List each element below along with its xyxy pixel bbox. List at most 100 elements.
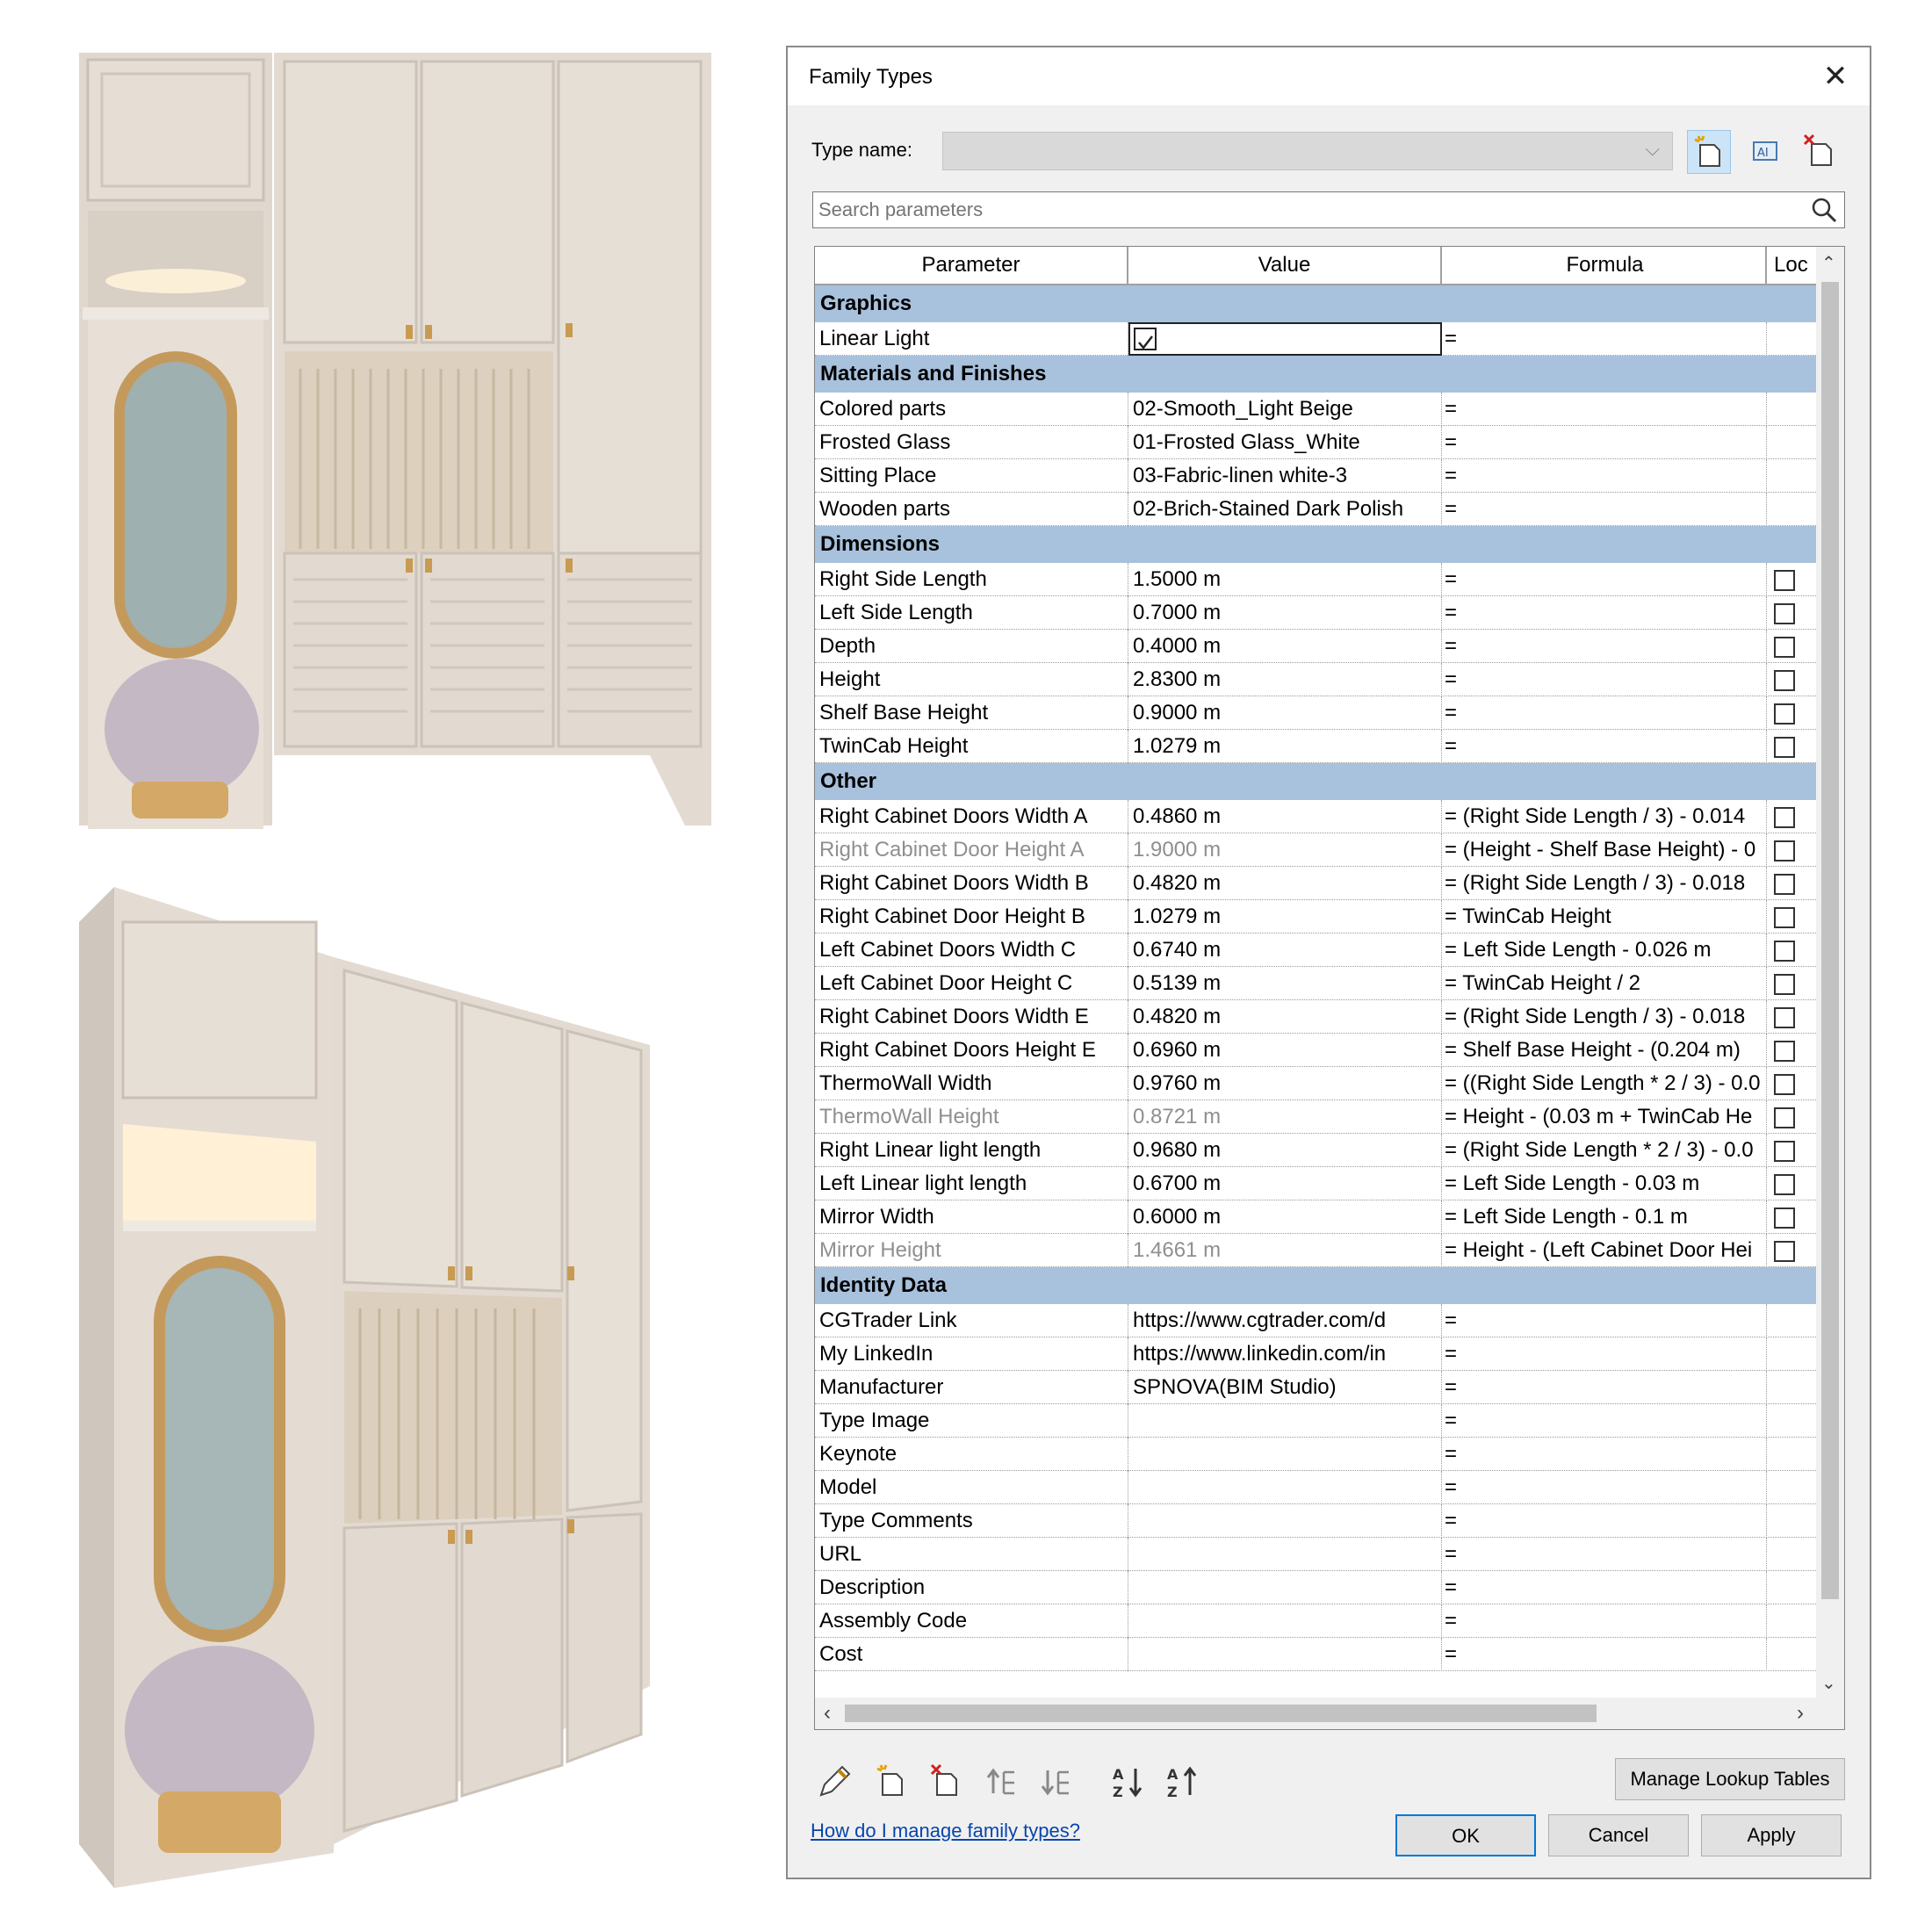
parameter-row[interactable]: Left Side Length 0.7000 m = [815,596,1816,630]
parameter-formula[interactable]: = [1442,1538,1767,1571]
move-up-button[interactable] [983,1762,1023,1802]
lock-checkbox[interactable] [1774,1241,1795,1262]
lock-checkbox[interactable] [1774,670,1795,691]
parameter-value[interactable]: 02-Brich-Stained Dark Polish [1128,493,1442,526]
parameter-value[interactable]: 0.6740 m [1128,934,1442,967]
parameter-value[interactable]: 0.5139 m [1128,967,1442,1000]
lock-checkbox[interactable] [1774,737,1795,758]
parameter-formula[interactable]: = Left Side Length - 0.026 m [1442,934,1767,967]
horizontal-scroll-thumb[interactable] [845,1705,1597,1722]
parameter-value[interactable] [1128,1471,1442,1504]
group-header[interactable]: Materials and Finishes [815,356,1816,393]
parameter-formula[interactable]: = ((Right Side Length * 2 / 3) - 0.0 [1442,1067,1767,1100]
parameter-formula[interactable]: = [1442,1371,1767,1404]
lock-checkbox[interactable] [1774,1074,1795,1095]
lock-checkbox[interactable] [1774,1007,1795,1028]
vertical-scrollbar[interactable]: ⌃ ⌄ [1816,247,1844,1698]
delete-parameter-button[interactable] [926,1762,967,1802]
parameter-row[interactable]: Right Cabinet Doors Width A 0.4860 m = (Ri… [815,800,1816,833]
parameter-row[interactable]: Height 2.8300 m = [815,663,1816,696]
parameter-value[interactable]: 0.9680 m [1128,1134,1442,1167]
parameter-value[interactable]: 0.4820 m [1128,1000,1442,1034]
parameter-formula[interactable]: = [1442,596,1767,630]
parameter-row[interactable]: URL = [815,1538,1816,1571]
help-link[interactable]: How do I manage family types? [811,1820,1080,1842]
parameter-value[interactable]: 1.0279 m [1128,900,1442,934]
lock-checkbox[interactable] [1774,1107,1795,1128]
parameter-row[interactable]: Colored parts 02-Smooth_Light Beige = [815,393,1816,426]
move-down-button[interactable] [1037,1762,1078,1802]
parameter-value[interactable] [1128,1404,1442,1438]
parameter-formula[interactable]: = Left Side Length - 0.1 m [1442,1200,1767,1234]
column-header-formula[interactable]: Formula [1442,247,1767,285]
parameter-value[interactable]: 0.4000 m [1128,630,1442,663]
new-parameter-button[interactable] [872,1762,912,1802]
parameter-row[interactable]: Cost = [815,1638,1816,1671]
parameter-row[interactable]: Left Cabinet Door Height C 0.5139 m = Twin… [815,967,1816,1000]
group-header[interactable]: Graphics [815,285,1816,322]
parameter-row[interactable]: ThermoWall Height 0.8721 m = Height - (0.0… [815,1100,1816,1134]
parameter-value[interactable]: 0.7000 m [1128,596,1442,630]
parameter-formula[interactable]: = (Right Side Length / 3) - 0.018 [1442,1000,1767,1034]
parameter-value[interactable]: 03-Fabric-linen white-3 [1128,459,1442,493]
parameter-formula[interactable]: = [1442,1504,1767,1538]
lock-checkbox[interactable] [1774,840,1795,861]
group-header[interactable]: Other [815,763,1816,800]
parameter-formula[interactable]: = [1442,1404,1767,1438]
lock-checkbox[interactable] [1774,874,1795,895]
parameter-value[interactable]: 0.9000 m [1128,696,1442,730]
column-header-parameter[interactable]: Parameter [815,247,1128,285]
parameter-row[interactable]: Type Image = [815,1404,1816,1438]
parameter-row[interactable]: Right Cabinet Doors Height E 0.6960 m = Sh… [815,1034,1816,1067]
lock-checkbox[interactable] [1774,1141,1795,1162]
parameter-value[interactable]: 1.5000 m [1128,563,1442,596]
lock-checkbox[interactable] [1774,807,1795,828]
parameter-formula[interactable]: = Shelf Base Height - (0.204 m) [1442,1034,1767,1067]
parameter-value[interactable]: 1.0279 m [1128,730,1442,763]
parameter-formula[interactable]: = [1442,1337,1767,1371]
scroll-down-icon[interactable]: ⌄ [1821,1672,1836,1694]
parameter-row[interactable]: Right Cabinet Doors Width E 0.4820 m = (Ri… [815,1000,1816,1034]
parameter-value[interactable] [1128,1571,1442,1604]
parameter-formula[interactable]: = [1442,630,1767,663]
lock-checkbox[interactable] [1774,637,1795,658]
parameter-row[interactable]: Mirror Width 0.6000 m = Left Side Length -… [815,1200,1816,1234]
parameter-row[interactable]: My LinkedIn https://www.linkedin.com/in = [815,1337,1816,1371]
parameter-row[interactable]: TwinCab Height 1.0279 m = [815,730,1816,763]
parameter-formula[interactable]: = TwinCab Height [1442,900,1767,934]
parameter-formula[interactable]: = [1442,663,1767,696]
parameter-row[interactable]: Right Cabinet Door Height B 1.0279 m = Twi… [815,900,1816,934]
lock-checkbox[interactable] [1774,570,1795,591]
parameter-value[interactable]: 0.6000 m [1128,1200,1442,1234]
parameter-formula[interactable]: = (Right Side Length / 3) - 0.014 [1442,800,1767,833]
parameter-value[interactable]: 02-Smooth_Light Beige [1128,393,1442,426]
parameter-formula[interactable]: = [1442,1571,1767,1604]
parameter-row[interactable]: Assembly Code = [815,1604,1816,1638]
parameter-value[interactable]: 0.4860 m [1128,800,1442,833]
parameter-row[interactable]: Left Linear light length 0.6700 m = Left S… [815,1167,1816,1200]
parameter-value[interactable] [1128,1604,1442,1638]
search-input[interactable] [813,192,1806,227]
cancel-button[interactable]: Cancel [1548,1814,1689,1856]
parameter-row[interactable]: Wooden parts 02-Brich-Stained Dark Polish… [815,493,1816,526]
parameter-formula[interactable]: = [1442,393,1767,426]
parameter-formula[interactable]: = Height - (Left Cabinet Door Hei [1442,1234,1767,1267]
checkbox-checked-icon[interactable] [1134,328,1157,350]
delete-type-button[interactable] [1798,130,1842,174]
vertical-scroll-thumb[interactable] [1821,282,1839,1599]
close-icon[interactable]: ✕ [1817,58,1854,95]
apply-button[interactable]: Apply [1701,1814,1842,1856]
parameter-row[interactable]: Linear Light = [815,322,1816,356]
parameter-formula[interactable]: = [1442,696,1767,730]
parameter-formula[interactable]: = [1442,1471,1767,1504]
rename-type-button[interactable]: AI [1743,130,1787,174]
manage-lookup-tables-button[interactable]: Manage Lookup Tables [1615,1758,1845,1800]
parameter-value[interactable]: 0.6700 m [1128,1167,1442,1200]
column-header-value[interactable]: Value [1128,247,1442,285]
type-name-dropdown[interactable]: ⌵ [942,132,1673,170]
parameter-value[interactable]: 2.8300 m [1128,663,1442,696]
lock-checkbox[interactable] [1774,1041,1795,1062]
parameter-formula[interactable]: = [1442,1304,1767,1337]
parameter-formula[interactable]: = (Height - Shelf Base Height) - 0 [1442,833,1767,867]
scroll-right-icon[interactable]: › [1797,1701,1804,1726]
